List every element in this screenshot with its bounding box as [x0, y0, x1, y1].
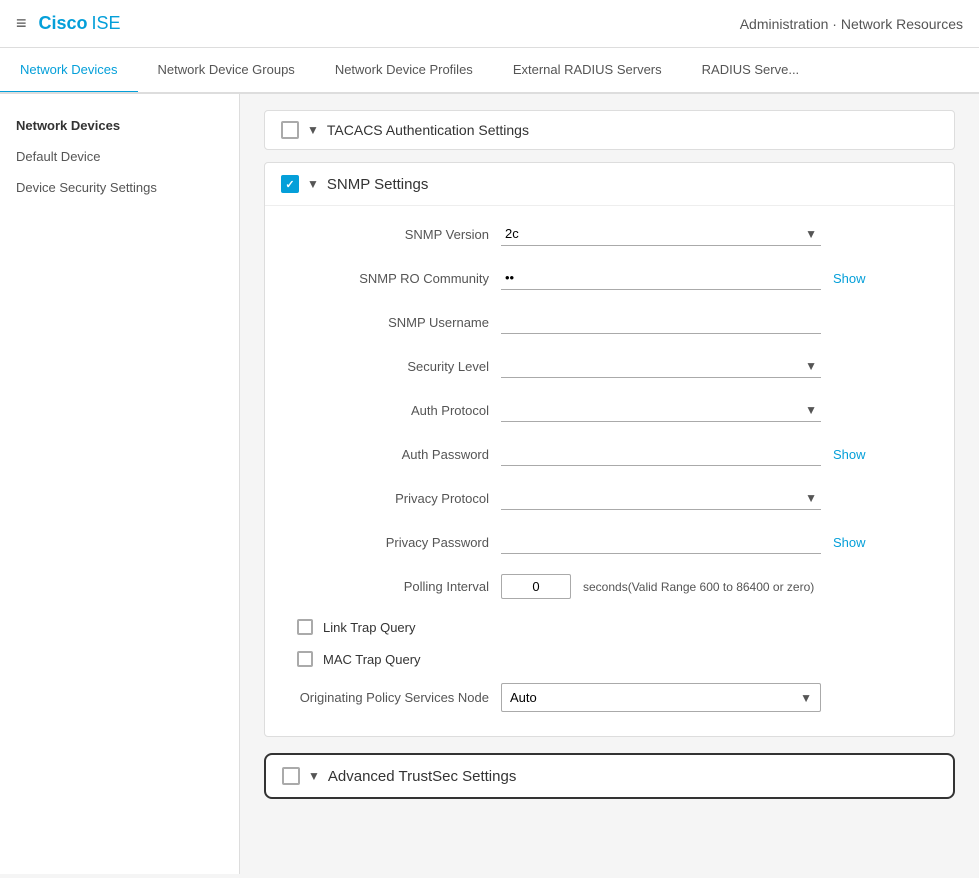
auth-protocol-select-wrapper: MD5 SHA ▼ [501, 398, 821, 422]
tab-radius-server-sequences[interactable]: RADIUS Serve... [682, 48, 820, 94]
security-level-row: Security Level NoAuthNoPriv AuthNoPriv A… [289, 354, 930, 378]
tab-network-device-groups[interactable]: Network Device Groups [138, 48, 315, 94]
breadcrumb: Administration · Network Resources [740, 16, 963, 32]
snmp-version-select-wrapper: 1 2c 3 ▼ [501, 222, 821, 246]
mac-trap-query-row: MAC Trap Query [289, 651, 930, 667]
link-trap-query-checkbox[interactable] [297, 619, 313, 635]
link-trap-query-row: Link Trap Query [289, 619, 930, 635]
snmp-title: SNMP Settings [327, 176, 428, 193]
snmp-username-input[interactable] [501, 310, 821, 334]
polling-interval-input[interactable] [501, 574, 571, 599]
privacy-protocol-select-wrapper: DES AES128 AES192 AES256 ▼ [501, 486, 821, 510]
sidebar: Network Devices Default Device Device Se… [0, 94, 240, 874]
privacy-protocol-label: Privacy Protocol [289, 491, 489, 506]
privacy-password-label: Privacy Password [289, 535, 489, 550]
tacacs-checkbox[interactable] [281, 121, 299, 139]
originating-policy-row: Originating Policy Services Node Auto ▼ [289, 683, 930, 712]
snmp-header: ▼ SNMP Settings [265, 163, 954, 206]
snmp-version-select[interactable]: 1 2c 3 [501, 222, 821, 245]
originating-policy-select[interactable]: Auto [502, 684, 820, 711]
link-trap-query-label: Link Trap Query [323, 620, 416, 635]
auth-password-label: Auth Password [289, 447, 489, 462]
originating-policy-select-wrapper: Auto ▼ [501, 683, 821, 712]
hamburger-icon[interactable]: ≡ [16, 13, 27, 34]
snmp-section: ▼ SNMP Settings SNMP Version 1 2c 3 ▼ [264, 162, 955, 737]
logo-cisco: Cisco [39, 13, 88, 34]
snmp-ro-community-show-btn[interactable]: Show [833, 271, 866, 286]
auth-password-show-btn[interactable]: Show [833, 447, 866, 462]
privacy-password-input[interactable] [501, 530, 821, 554]
snmp-ro-community-row: SNMP RO Community Show [289, 266, 930, 290]
nav-tabs: Network Devices Network Device Groups Ne… [0, 48, 979, 94]
auth-protocol-label: Auth Protocol [289, 403, 489, 418]
auth-protocol-select[interactable]: MD5 SHA [501, 398, 821, 421]
tab-network-devices[interactable]: Network Devices [0, 48, 138, 94]
sidebar-title: Network Devices [0, 110, 239, 141]
sidebar-item-default-device[interactable]: Default Device [0, 141, 239, 172]
sidebar-item-device-security-settings[interactable]: Device Security Settings [0, 172, 239, 203]
trustsec-section: ▼ Advanced TrustSec Settings [264, 753, 955, 799]
auth-password-row: Auth Password Show [289, 442, 930, 466]
snmp-form: SNMP Version 1 2c 3 ▼ SNMP RO Community [265, 206, 954, 736]
layout: Network Devices Default Device Device Se… [0, 94, 979, 874]
mac-trap-query-checkbox[interactable] [297, 651, 313, 667]
snmp-chevron[interactable]: ▼ [307, 177, 319, 191]
auth-password-input[interactable] [501, 442, 821, 466]
snmp-checkbox[interactable] [281, 175, 299, 193]
tacacs-section: ▼ TACACS Authentication Settings [264, 110, 955, 150]
top-header: ≡ Cisco ISE Administration · Network Res… [0, 0, 979, 48]
main-content: ▼ TACACS Authentication Settings ▼ SNMP … [240, 94, 979, 874]
logo-ise: ISE [92, 13, 121, 34]
snmp-username-label: SNMP Username [289, 315, 489, 330]
privacy-password-show-btn[interactable]: Show [833, 535, 866, 550]
snmp-version-label: SNMP Version [289, 227, 489, 242]
header-left: ≡ Cisco ISE [16, 13, 121, 34]
tab-external-radius-servers[interactable]: External RADIUS Servers [493, 48, 682, 94]
trustsec-checkbox[interactable] [282, 767, 300, 785]
snmp-username-row: SNMP Username [289, 310, 930, 334]
snmp-ro-community-input[interactable] [501, 266, 821, 290]
trustsec-chevron[interactable]: ▼ [308, 769, 320, 783]
security-level-select[interactable]: NoAuthNoPriv AuthNoPriv AuthPriv [501, 354, 821, 377]
privacy-protocol-row: Privacy Protocol DES AES128 AES192 AES25… [289, 486, 930, 510]
privacy-protocol-select[interactable]: DES AES128 AES192 AES256 [501, 486, 821, 509]
originating-policy-label: Originating Policy Services Node [289, 690, 489, 705]
tab-network-device-profiles[interactable]: Network Device Profiles [315, 48, 493, 94]
logo: Cisco ISE [39, 13, 121, 34]
polling-interval-hint: seconds(Valid Range 600 to 86400 or zero… [583, 580, 814, 594]
polling-interval-label: Polling Interval [289, 579, 489, 594]
security-level-select-wrapper: NoAuthNoPriv AuthNoPriv AuthPriv ▼ [501, 354, 821, 378]
auth-protocol-row: Auth Protocol MD5 SHA ▼ [289, 398, 930, 422]
snmp-ro-community-label: SNMP RO Community [289, 271, 489, 286]
tacacs-chevron[interactable]: ▼ [307, 123, 319, 137]
privacy-password-row: Privacy Password Show [289, 530, 930, 554]
polling-interval-row: Polling Interval seconds(Valid Range 600… [289, 574, 930, 599]
trustsec-title: Advanced TrustSec Settings [328, 768, 516, 785]
security-level-label: Security Level [289, 359, 489, 374]
tacacs-title: TACACS Authentication Settings [327, 122, 529, 138]
mac-trap-query-label: MAC Trap Query [323, 652, 421, 667]
snmp-version-row: SNMP Version 1 2c 3 ▼ [289, 222, 930, 246]
